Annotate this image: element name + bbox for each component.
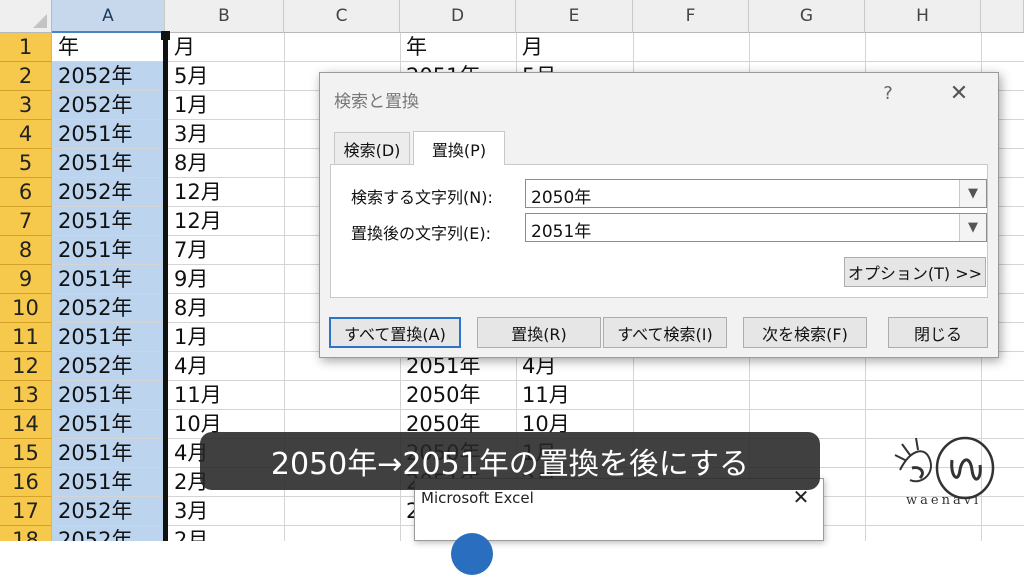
find-next-button[interactable]: 次を検索(F) — [743, 317, 867, 348]
cell[interactable]: 4月 — [168, 352, 284, 381]
cell[interactable]: 11月 — [168, 381, 284, 410]
replace-all-button[interactable]: すべて置換(A) — [329, 317, 461, 348]
row-header[interactable]: 10 — [0, 294, 52, 323]
row-header[interactable]: 8 — [0, 236, 52, 265]
cell[interactable]: 2051年 — [52, 323, 165, 352]
column-header-a[interactable]: A — [52, 0, 165, 33]
column-header-c[interactable]: C — [284, 0, 400, 33]
dialog-title: 検索と置換 — [334, 92, 419, 112]
tab-find[interactable]: 検索(D) — [334, 132, 410, 164]
info-icon — [451, 533, 493, 575]
cell[interactable]: 8月 — [168, 149, 284, 178]
cell[interactable]: 2052年 — [52, 91, 165, 120]
column-header-d[interactable]: D — [400, 0, 516, 33]
row-header[interactable]: 1 — [0, 33, 52, 62]
find-input[interactable]: 2050年 — [531, 183, 591, 208]
find-combobox[interactable]: 2050年 ▼ — [525, 179, 987, 208]
row-header[interactable]: 7 — [0, 207, 52, 236]
cell[interactable]: 2051年 — [52, 236, 165, 265]
cell[interactable]: 9月 — [168, 265, 284, 294]
cell[interactable]: 2051年 — [52, 149, 165, 178]
column-a-selection-border — [161, 31, 170, 541]
row-header[interactable]: 3 — [0, 91, 52, 120]
cell[interactable]: 2050年 — [400, 381, 516, 410]
find-replace-dialog: 検索と置換 ? ✕ 検索(D) 置換(P) 検索する文字列(N): 2050年 … — [319, 72, 999, 358]
close-button[interactable]: 閉じる — [888, 317, 988, 348]
row-header[interactable]: 14 — [0, 410, 52, 439]
cell[interactable]: 12月 — [168, 207, 284, 236]
cell[interactable]: 12月 — [168, 178, 284, 207]
row-header[interactable]: 6 — [0, 178, 52, 207]
cell[interactable]: 2051年 — [52, 120, 165, 149]
replace-input[interactable]: 2051年 — [531, 217, 591, 242]
cell[interactable]: 2052年 — [52, 526, 165, 541]
cell[interactable]: 月 — [516, 33, 633, 62]
cell[interactable]: 月 — [168, 33, 284, 62]
chevron-down-icon[interactable]: ▼ — [959, 180, 986, 207]
row-header[interactable]: 15 — [0, 439, 52, 468]
row-header[interactable]: 18 — [0, 526, 52, 541]
cell[interactable]: 2052年 — [52, 352, 165, 381]
cell[interactable]: 5月 — [168, 62, 284, 91]
cell[interactable]: 2051年 — [52, 468, 165, 497]
options-button[interactable]: オプション(T) >> — [844, 257, 986, 287]
cell[interactable]: 2月 — [168, 526, 284, 541]
cell[interactable]: 2051年 — [52, 410, 165, 439]
tab-replace[interactable]: 置換(P) — [413, 131, 505, 165]
chevron-down-icon[interactable]: ▼ — [959, 214, 986, 241]
row-header[interactable]: 12 — [0, 352, 52, 381]
cell[interactable]: 2051年 — [52, 265, 165, 294]
cell[interactable]: 11月 — [516, 381, 633, 410]
row-header[interactable]: 17 — [0, 497, 52, 526]
caption-banner: 2050年→2051年の置換を後にする — [200, 432, 820, 490]
cell[interactable]: 2052年 — [52, 497, 165, 526]
cell[interactable]: 2051年 — [52, 381, 165, 410]
row-header[interactable]: 16 — [0, 468, 52, 497]
cell[interactable]: 7月 — [168, 236, 284, 265]
cell[interactable]: 3月 — [168, 497, 284, 526]
cell[interactable]: 年 — [400, 33, 516, 62]
close-icon[interactable]: ✕ — [944, 81, 974, 106]
select-all-corner[interactable] — [0, 0, 52, 33]
caption-text: 2050年→2051年の置換を後にする — [270, 447, 750, 482]
replace-button[interactable]: 置換(R) — [477, 317, 601, 348]
cell[interactable]: 2052年 — [52, 62, 165, 91]
cell[interactable]: 2051年 — [52, 439, 165, 468]
message-dialog-title: Microsoft Excel — [421, 489, 534, 507]
column-header-b[interactable]: B — [165, 0, 284, 33]
find-label: 検索する文字列(N): — [351, 188, 493, 207]
row-header[interactable]: 13 — [0, 381, 52, 410]
row-header[interactable]: 2 — [0, 62, 52, 91]
column-header-f[interactable]: F — [633, 0, 749, 33]
help-icon[interactable]: ? — [876, 83, 900, 104]
row-header[interactable]: 4 — [0, 120, 52, 149]
column-header-e[interactable]: E — [516, 0, 633, 33]
replace-label: 置換後の文字列(E): — [351, 224, 491, 243]
cell[interactable]: 2052年 — [52, 178, 165, 207]
cell[interactable]: 1月 — [168, 323, 284, 352]
logo-text: waenavi — [906, 493, 982, 508]
row-header[interactable]: 5 — [0, 149, 52, 178]
cell[interactable]: 年 — [52, 33, 165, 62]
replace-panel: 検索する文字列(N): 2050年 ▼ 置換後の文字列(E): 2051年 ▼ … — [330, 164, 988, 298]
cell[interactable]: 8月 — [168, 294, 284, 323]
cell[interactable]: 3月 — [168, 120, 284, 149]
cell[interactable]: 2052年 — [52, 294, 165, 323]
column-header-h[interactable]: H — [865, 0, 981, 33]
replace-combobox[interactable]: 2051年 ▼ — [525, 213, 987, 242]
row-header[interactable]: 9 — [0, 265, 52, 294]
column-header-g[interactable]: G — [749, 0, 865, 33]
cell[interactable]: 1月 — [168, 91, 284, 120]
find-all-button[interactable]: すべて検索(I) — [603, 317, 727, 348]
row-header[interactable]: 11 — [0, 323, 52, 352]
cell[interactable]: 2051年 — [52, 207, 165, 236]
column-header-next[interactable] — [981, 0, 1024, 33]
